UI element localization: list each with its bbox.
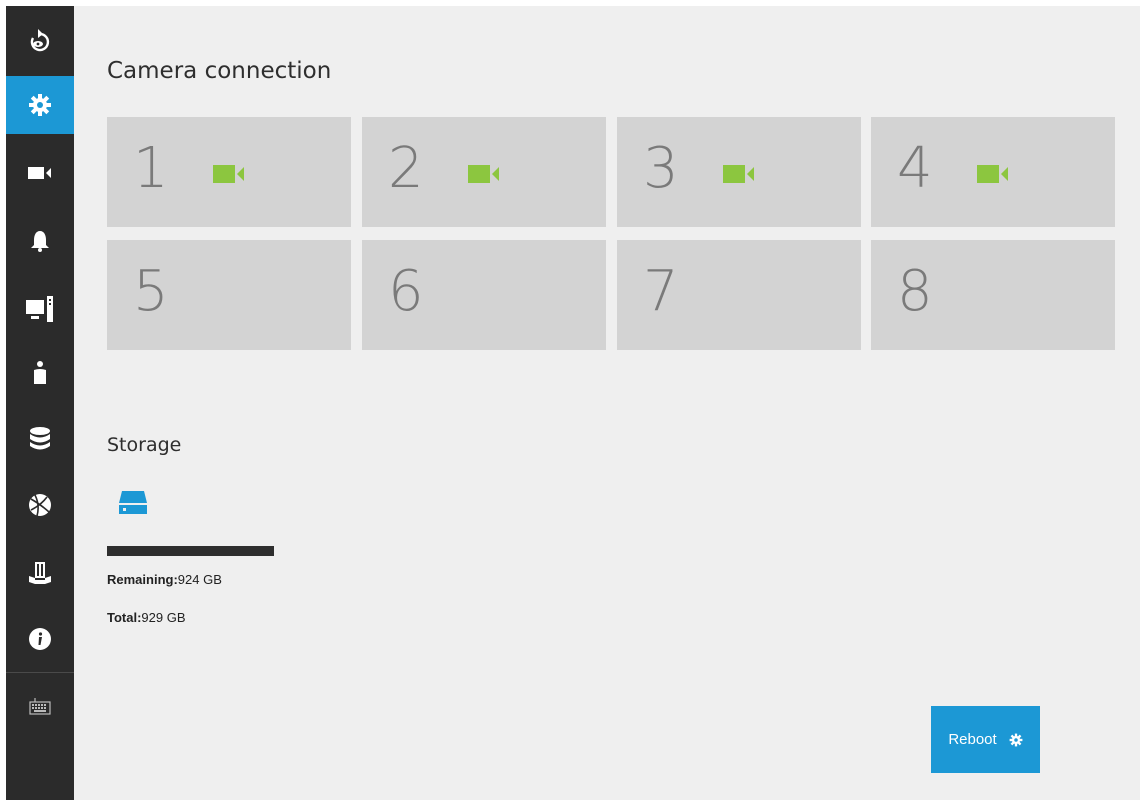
camera-tile-4[interactable]: 4 bbox=[871, 117, 1115, 227]
storage-total-value: 929 GB bbox=[141, 610, 186, 625]
back-icon bbox=[30, 29, 50, 52]
globe-icon bbox=[29, 494, 51, 517]
sidebar-item-maintenance[interactable] bbox=[6, 544, 74, 602]
camera-icon bbox=[28, 167, 51, 179]
camera-number: 3 bbox=[643, 136, 679, 201]
sidebar-item-back[interactable] bbox=[6, 12, 74, 70]
sidebar-item-settings[interactable] bbox=[6, 76, 74, 134]
sidebar-item-user[interactable] bbox=[6, 344, 74, 402]
settings-icon bbox=[29, 94, 51, 116]
camera-number: 8 bbox=[897, 259, 933, 324]
bell-icon bbox=[31, 231, 49, 252]
sidebar-item-system[interactable] bbox=[6, 280, 74, 338]
camera-tile-1[interactable]: 1 bbox=[107, 117, 351, 227]
camera-connected-icon bbox=[213, 165, 244, 183]
sidebar-divider bbox=[6, 672, 74, 673]
sidebar-item-keyboard[interactable] bbox=[6, 677, 74, 735]
info-icon bbox=[29, 628, 51, 650]
sidebar-item-network[interactable] bbox=[6, 476, 74, 534]
monitor-icon bbox=[26, 296, 53, 322]
sidebar-item-info[interactable] bbox=[6, 610, 74, 668]
reboot-button[interactable]: Reboot bbox=[931, 706, 1040, 773]
main-panel: Camera connection 1 2 3 4 5 6 7 8 Storag… bbox=[74, 6, 1140, 800]
camera-tile-3[interactable]: 3 bbox=[617, 117, 861, 227]
storage-remaining-value: 924 GB bbox=[177, 572, 222, 587]
storage-total-label: Total: bbox=[107, 610, 142, 625]
keyboard-icon bbox=[29, 698, 51, 715]
storage-remaining-label: Remaining: bbox=[107, 572, 178, 587]
camera-connected-icon bbox=[468, 165, 499, 183]
storage-total: Total:929 GB bbox=[107, 610, 186, 625]
reboot-label: Reboot bbox=[948, 731, 997, 748]
hard-disk-icon bbox=[119, 491, 147, 514]
camera-tile-8[interactable]: 8 bbox=[871, 240, 1115, 350]
camera-number: 5 bbox=[133, 259, 169, 324]
camera-connection-title: Camera connection bbox=[107, 58, 332, 84]
storage-title: Storage bbox=[107, 434, 182, 456]
camera-tile-6[interactable]: 6 bbox=[362, 240, 606, 350]
camera-tile-2[interactable]: 2 bbox=[362, 117, 606, 227]
camera-number: 2 bbox=[388, 136, 424, 201]
user-icon bbox=[34, 361, 46, 384]
camera-connected-icon bbox=[723, 165, 754, 183]
camera-tile-7[interactable]: 7 bbox=[617, 240, 861, 350]
camera-number: 6 bbox=[388, 259, 424, 324]
database-icon bbox=[30, 427, 50, 450]
camera-tile-5[interactable]: 5 bbox=[107, 240, 351, 350]
tools-icon bbox=[29, 562, 51, 584]
camera-number: 4 bbox=[897, 136, 933, 201]
camera-number: 7 bbox=[643, 259, 679, 324]
gear-icon bbox=[1009, 733, 1023, 746]
storage-remaining: Remaining:924 GB bbox=[107, 572, 222, 587]
storage-usage-bar bbox=[107, 546, 274, 556]
sidebar-item-alarm[interactable] bbox=[6, 212, 74, 270]
sidebar bbox=[6, 6, 74, 800]
sidebar-item-camera[interactable] bbox=[6, 144, 74, 202]
sidebar-item-storage[interactable] bbox=[6, 410, 74, 468]
camera-connected-icon bbox=[977, 165, 1008, 183]
camera-number: 1 bbox=[133, 136, 169, 201]
